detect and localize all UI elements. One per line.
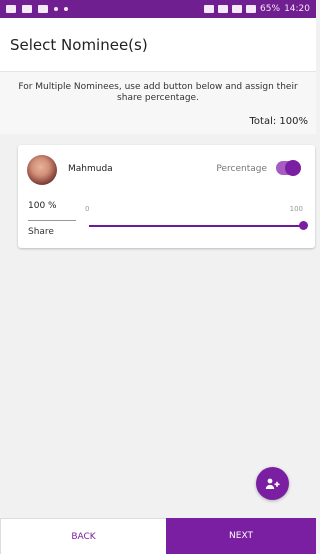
status-bar: 65% 14:20	[0, 0, 316, 18]
share-label: Share	[28, 227, 54, 237]
signal-icon	[232, 5, 243, 13]
share-value[interactable]: 100 %	[28, 201, 57, 211]
nominee-card: Mahmuda Percentage 100 % Share 0 100	[18, 145, 315, 248]
status-dot-icon	[64, 7, 68, 11]
total-share: Total: 100%	[249, 116, 309, 127]
alarm-icon	[204, 5, 215, 13]
add-nominee-button[interactable]	[256, 467, 289, 500]
share-slider-thumb[interactable]	[299, 221, 308, 230]
share-slider-track[interactable]	[89, 225, 303, 227]
battery-icon	[246, 5, 257, 13]
slider-min-label: 0	[85, 205, 90, 213]
nominee-info-section: For Multiple Nominees, use add button be…	[0, 72, 316, 134]
image-icon	[6, 5, 16, 13]
slider-max-label: 100	[289, 205, 303, 213]
status-right: 65% 14:20	[204, 3, 310, 14]
back-button[interactable]: BACK	[0, 518, 166, 554]
status-time: 14:20	[284, 3, 310, 14]
avatar	[27, 155, 57, 185]
nominee-name: Mahmuda	[68, 164, 113, 174]
next-button[interactable]: NEXT	[166, 518, 316, 554]
message-icon	[38, 5, 48, 13]
notification-icon	[22, 5, 32, 13]
nominee-instructions: For Multiple Nominees, use add button be…	[18, 82, 298, 103]
add-user-icon	[265, 478, 279, 489]
status-left	[6, 5, 68, 13]
share-input[interactable]: 100 % Share	[28, 201, 76, 239]
battery-percentage: 65%	[260, 3, 281, 14]
app-bar: Select Nominee(s)	[0, 18, 316, 72]
bottom-navigation: BACK NEXT	[0, 518, 316, 554]
status-dot-icon	[54, 7, 58, 11]
wifi-icon	[218, 5, 229, 13]
percentage-label: Percentage	[216, 164, 267, 174]
toggle-knob	[285, 160, 301, 176]
percentage-toggle[interactable]	[276, 160, 301, 176]
page-title: Select Nominee(s)	[10, 35, 148, 54]
share-underline	[28, 220, 76, 221]
